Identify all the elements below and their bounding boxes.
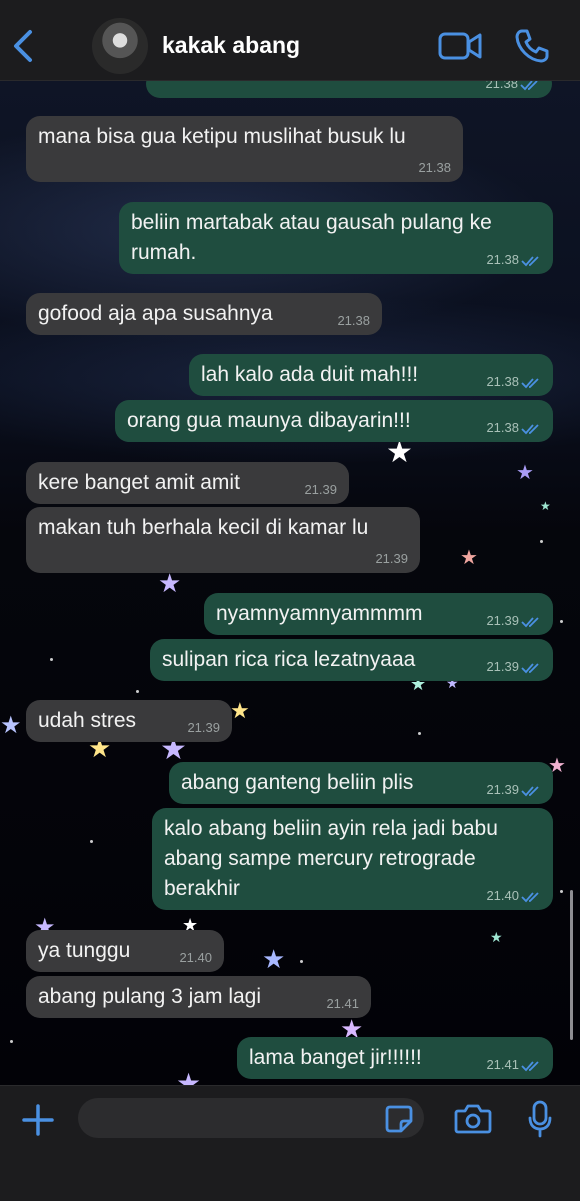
read-receipt-icon (521, 424, 539, 435)
scroll-indicator[interactable] (570, 890, 573, 1040)
sparkle-dot (560, 890, 563, 893)
message-text: mana bisa gua ketipu muslihat busuk lu (38, 125, 406, 148)
microphone-button[interactable] (528, 1100, 552, 1138)
video-call-button[interactable] (438, 30, 482, 62)
message-bubble-incoming[interactable]: kere banget amit amit 21.39 (26, 462, 349, 504)
message-text: nyamnyamnyammmm (216, 602, 423, 625)
video-camera-icon (438, 32, 482, 60)
message-time: 21.39 (486, 613, 519, 628)
message-time: 21.40 (486, 888, 519, 903)
message-bubble-outgoing[interactable]: beliin martabak atau gausah pulang ke ru… (119, 202, 553, 274)
message-text: ya tunggu (38, 939, 131, 962)
message-text: orang gua maunya dibayarin!!! (127, 409, 411, 432)
message-time: 21.38 (486, 252, 519, 267)
read-receipt-icon (521, 786, 539, 797)
message-bubble-outgoing[interactable]: lama banget jir!!!!!! 21.41 (237, 1037, 553, 1079)
message-bubble-outgoing[interactable]: orang gua maunya dibayarin!!! 21.38 (115, 400, 553, 442)
message-bubble-outgoing[interactable]: kalo abang beliin ayin rela jadi babu ab… (152, 808, 553, 910)
sparkle-dot (90, 840, 93, 843)
message-bubble-incoming[interactable]: abang pulang 3 jam lagi 21.41 (26, 976, 371, 1018)
back-button[interactable] (8, 26, 40, 66)
star-decoration: ★ (0, 712, 22, 739)
voice-call-button[interactable] (514, 28, 550, 64)
message-time: 21.41 (326, 996, 359, 1011)
sparkle-dot (50, 658, 53, 661)
message-text: kere banget amit amit (38, 471, 240, 494)
message-text: lama banget jir!!!!!! (249, 1046, 422, 1069)
read-receipt-icon (521, 892, 539, 903)
sparkle-dot (10, 1040, 13, 1043)
message-text: sulipan rica rica lezatnyaaa (162, 648, 416, 671)
read-receipt-icon (521, 617, 539, 628)
read-receipt-icon (521, 1061, 539, 1072)
message-bubble-outgoing[interactable]: lah kalo ada duit mah!!! 21.38 (189, 354, 553, 396)
read-receipt-icon (521, 256, 539, 267)
star-decoration: ★ (386, 436, 413, 469)
chevron-left-icon (14, 30, 32, 62)
star-decoration: ★ (516, 462, 534, 484)
read-receipt-icon (521, 663, 539, 674)
camera-button[interactable] (454, 1104, 492, 1134)
message-time: 21.40 (179, 950, 212, 965)
sparkle-dot (418, 732, 421, 735)
star-decoration: ★ (158, 568, 182, 598)
star-decoration: ★ (176, 1068, 202, 1086)
avatar[interactable] (92, 18, 148, 74)
message-bubble-incoming[interactable]: ya tunggu 21.40 (26, 930, 224, 972)
message-time: 21.38 (485, 80, 518, 91)
message-time: 21.39 (486, 782, 519, 797)
message-bubble-outgoing[interactable]: nyamnyamnyammmm 21.39 (204, 593, 553, 635)
message-time: 21.39 (486, 659, 519, 674)
message-time: 21.38 (486, 420, 519, 435)
message-bubble-incoming[interactable]: gofood aja apa susahnya 21.38 (26, 293, 382, 335)
chat-header: kakak abang (0, 0, 580, 81)
message-time: 21.39 (375, 551, 408, 566)
message-time: 21.41 (486, 1057, 519, 1072)
plus-icon (22, 1104, 54, 1136)
sticker-icon (385, 1105, 413, 1133)
microphone-icon (528, 1100, 552, 1138)
message-text: lah kalo ada duit mah!!! (201, 363, 419, 386)
message-text: abang ganteng beliin plis (181, 771, 414, 794)
sparkle-dot (560, 620, 563, 623)
read-receipt-icon (521, 378, 539, 389)
star-decoration: ★ (540, 499, 551, 513)
message-time: 21.39 (187, 720, 220, 735)
message-text: makan tuh berhala kecil di kamar lu (38, 516, 369, 539)
sparkle-dot (540, 540, 543, 543)
message-bubble-outgoing[interactable]: 21.38 (146, 80, 552, 98)
sparkle-dot (136, 690, 139, 693)
star-decoration: ★ (460, 547, 478, 569)
star-decoration: ★ (490, 929, 503, 945)
message-text: udah stres (38, 709, 137, 732)
camera-icon (454, 1104, 492, 1134)
sticker-button[interactable] (384, 1104, 414, 1134)
read-receipt-icon (520, 80, 538, 91)
message-text: kalo abang beliin ayin rela jadi babu ab… (164, 817, 498, 900)
sparkle-dot (300, 960, 303, 963)
message-input[interactable] (78, 1098, 424, 1138)
message-time: 21.38 (486, 374, 519, 389)
star-decoration: ★ (262, 944, 286, 974)
message-bubble-incoming[interactable]: mana bisa gua ketipu muslihat busuk lu 2… (26, 116, 463, 182)
message-time: 21.38 (337, 313, 370, 328)
star-decoration: ★ (230, 698, 250, 723)
message-bubble-incoming[interactable]: udah stres 21.39 (26, 700, 232, 742)
message-input-bar (0, 1085, 580, 1201)
message-time: 21.38 (418, 160, 451, 175)
message-text: gofood aja apa susahnya (38, 302, 273, 325)
message-bubble-outgoing[interactable]: abang ganteng beliin plis 21.39 (169, 762, 553, 804)
message-time: 21.39 (304, 482, 337, 497)
chat-area[interactable]: ★ ★ ★ ★ ★ ★ ★ ★ ★ ★ ★ ★ ★ ★ ★ ★ ★ ★ 21.3… (0, 80, 580, 1085)
phone-icon (515, 29, 549, 63)
message-bubble-incoming[interactable]: makan tuh berhala kecil di kamar lu 21.3… (26, 507, 420, 573)
contact-name[interactable]: kakak abang (162, 32, 300, 59)
message-text: abang pulang 3 jam lagi (38, 985, 262, 1008)
message-text: beliin martabak atau gausah pulang ke ru… (131, 211, 492, 264)
add-attachment-button[interactable] (20, 1102, 56, 1138)
message-bubble-outgoing[interactable]: sulipan rica rica lezatnyaaa 21.39 (150, 639, 553, 681)
